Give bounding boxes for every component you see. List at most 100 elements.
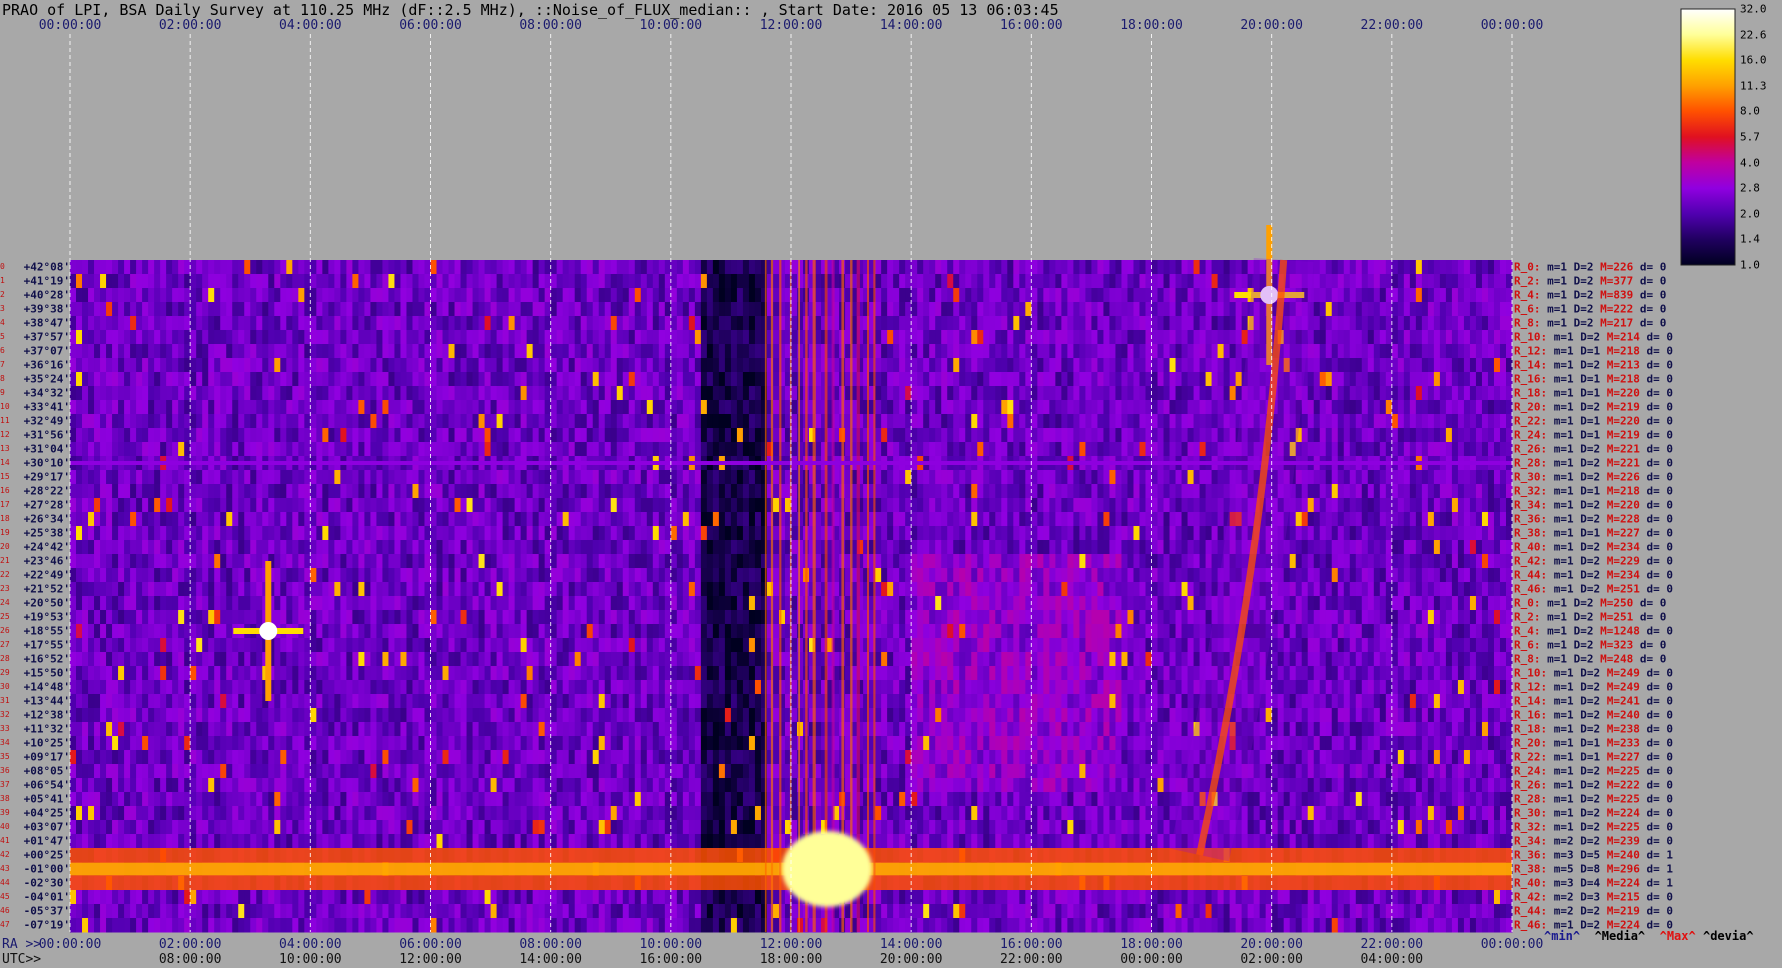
heatmap-cell: [142, 400, 149, 415]
heatmap-cell: [1001, 372, 1008, 387]
heatmap-cell: [1181, 260, 1189, 275]
heatmap-cell: [1193, 358, 1201, 373]
heatmap-cell: [478, 372, 486, 387]
heatmap-cell: [791, 260, 798, 275]
heatmap-cell: [1499, 386, 1507, 401]
heatmap-cell: [791, 344, 798, 359]
heatmap-cell: [130, 274, 137, 289]
heatmap-cell: [274, 260, 281, 275]
heatmap-cell: [1331, 274, 1339, 289]
heatmap-cell: [160, 316, 167, 331]
heatmap-cell: [706, 470, 714, 485]
heatmap-cell: [148, 428, 155, 443]
heatmap-cell: [1361, 316, 1369, 331]
heatmap-cell: [1181, 386, 1189, 401]
heatmap-cell: [1109, 344, 1116, 359]
heatmap-cell: [310, 302, 317, 317]
heatmap-cell: [1457, 358, 1465, 373]
heatmap-cell: [514, 330, 522, 345]
heatmap-cell: [550, 484, 558, 499]
heatmap-cell: [1151, 302, 1159, 317]
heatmap-cell: [556, 288, 564, 303]
heatmap-cell: [1319, 498, 1327, 513]
heatmap-cell: [995, 400, 1002, 415]
heatmap-cell: [694, 484, 702, 499]
heatmap-cell: [983, 316, 990, 331]
heatmap-cell: [670, 316, 678, 331]
heatmap-cell: [1343, 274, 1351, 289]
heatmap-cell: [346, 414, 353, 429]
heatmap-cell: [136, 484, 143, 499]
heatmap-cell: [310, 484, 317, 499]
heatmap-cell: [911, 442, 918, 457]
heatmap-cell: [1313, 526, 1321, 541]
heatmap-cell: [772, 344, 780, 359]
heatmap-cell: [112, 400, 119, 415]
heatmap-cell: [592, 330, 600, 345]
heatmap-cell: [959, 288, 966, 303]
heatmap-cell: [394, 484, 401, 499]
heatmap-cell: [959, 260, 966, 275]
heatmap-cell: [334, 260, 341, 275]
heatmap-cell: [400, 526, 407, 541]
heatmap-cell: [220, 288, 227, 303]
heatmap-cell: [262, 526, 269, 541]
heatmap-cell: [154, 344, 161, 359]
heatmap-cell: [935, 414, 942, 429]
heatmap-cell: [1331, 358, 1339, 373]
heatmap-cell: [1043, 540, 1050, 555]
heatmap-cell: [118, 484, 125, 499]
heatmap-cell: [466, 344, 474, 359]
heatmap-cell: [1163, 470, 1171, 485]
heatmap-cell: [1241, 316, 1249, 331]
heatmap-cell: [730, 470, 738, 485]
heatmap-cell: [610, 428, 618, 443]
heatmap-cell: [520, 330, 528, 345]
heatmap-cell: [352, 512, 359, 527]
heatmap-cell: [1451, 330, 1459, 345]
heatmap-cell: [1223, 484, 1231, 499]
heatmap-cell: [1487, 442, 1495, 457]
heatmap-cell: [676, 526, 684, 541]
heatmap-cell: [568, 344, 576, 359]
heatmap-cell: [376, 442, 383, 457]
heatmap-cell: [232, 526, 239, 541]
heatmap-cell: [250, 372, 257, 387]
heatmap-cell: [562, 274, 570, 289]
heatmap-cell: [436, 442, 444, 457]
heatmap-cell: [406, 414, 413, 429]
heatmap-cell: [1499, 400, 1507, 415]
heatmap-cell: [538, 484, 546, 499]
heatmap-cell: [448, 274, 456, 289]
heatmap-cell: [815, 386, 822, 401]
heatmap-cell: [941, 470, 948, 485]
heatmap-cell: [1337, 512, 1345, 527]
heatmap-cell: [316, 274, 323, 289]
heatmap-cell: [196, 512, 203, 527]
heatmap-cell: [430, 442, 438, 457]
heatmap-cell: [893, 302, 900, 317]
heatmap-cell: [310, 288, 317, 303]
heatmap-cell: [196, 442, 203, 457]
heatmap-cell: [1097, 302, 1104, 317]
heatmap-cell: [977, 330, 984, 345]
heatmap-cell: [1163, 330, 1171, 345]
heatmap-cell: [953, 344, 960, 359]
heatmap-cell: [310, 358, 317, 373]
heatmap-cell: [400, 400, 407, 415]
heatmap-cell: [268, 274, 275, 289]
heatmap-cell: [628, 274, 636, 289]
heatmap-cell: [340, 512, 347, 527]
heatmap-cell: [670, 260, 678, 275]
heatmap-cell: [682, 428, 690, 443]
heatmap-cell: [1397, 484, 1405, 499]
heatmap-cell: [1151, 442, 1159, 457]
heatmap-cell: [388, 428, 395, 443]
heatmap-cell: [532, 442, 540, 457]
heatmap-cell: [1415, 428, 1423, 443]
heatmap-cell: [1031, 386, 1038, 401]
heatmap-cell: [670, 470, 678, 485]
heatmap-cell: [911, 400, 918, 415]
heatmap-cell: [334, 526, 341, 541]
heatmap-cell: [1397, 386, 1405, 401]
